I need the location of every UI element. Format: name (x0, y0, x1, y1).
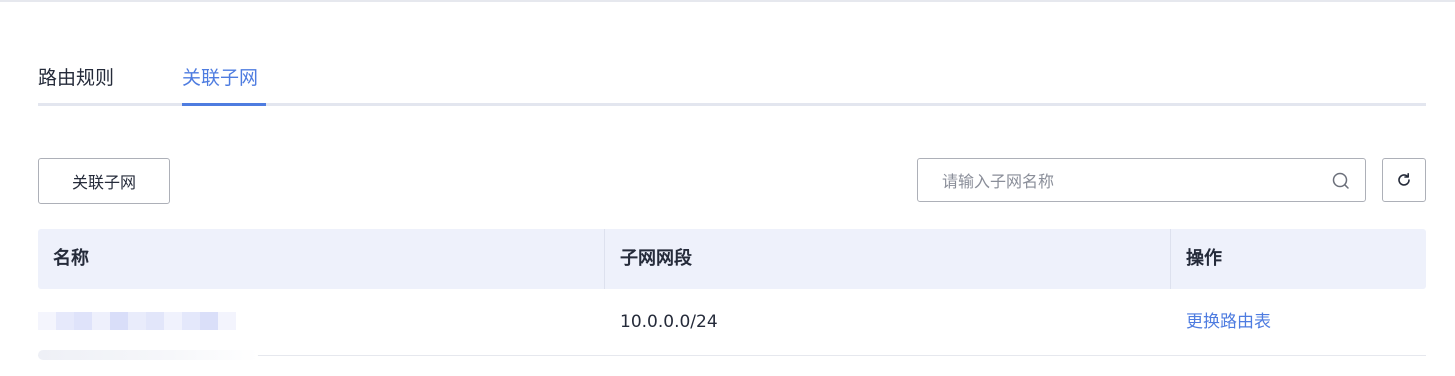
redacted-row-fragment (38, 350, 258, 360)
column-header-name: 名称 (53, 248, 89, 269)
search-icon[interactable] (1331, 171, 1351, 191)
refresh-button[interactable] (1382, 158, 1426, 202)
column-divider (1170, 229, 1171, 289)
column-divider (604, 229, 605, 289)
change-route-table-link[interactable]: 更换路由表 (1186, 289, 1271, 355)
top-divider (0, 0, 1455, 2)
subnet-search-input[interactable] (940, 159, 1324, 203)
refresh-icon (1398, 173, 1410, 186)
tab-route-rules[interactable]: 路由规则 (38, 64, 114, 92)
associate-subnet-button[interactable]: 关联子网 (38, 158, 170, 204)
column-header-cidr: 子网网段 (620, 248, 692, 269)
subnet-table: 名称 子网网段 操作 10.0.0.0/24 更换路由表 (38, 229, 1426, 356)
tab-associated-subnets[interactable]: 关联子网 (182, 64, 258, 92)
active-tab-indicator (182, 103, 266, 106)
subnet-search-box (917, 158, 1366, 203)
table-row: 10.0.0.0/24 更换路由表 (38, 289, 1426, 356)
associate-subnet-button-label: 关联子网 (71, 173, 136, 192)
tab-bar: 路由规则 关联子网 (38, 56, 1426, 106)
subnet-cidr: 10.0.0.0/24 (620, 312, 718, 332)
redacted-subnet-name (38, 312, 238, 330)
table-header: 名称 子网网段 操作 (38, 229, 1426, 289)
column-header-actions: 操作 (1186, 248, 1222, 269)
